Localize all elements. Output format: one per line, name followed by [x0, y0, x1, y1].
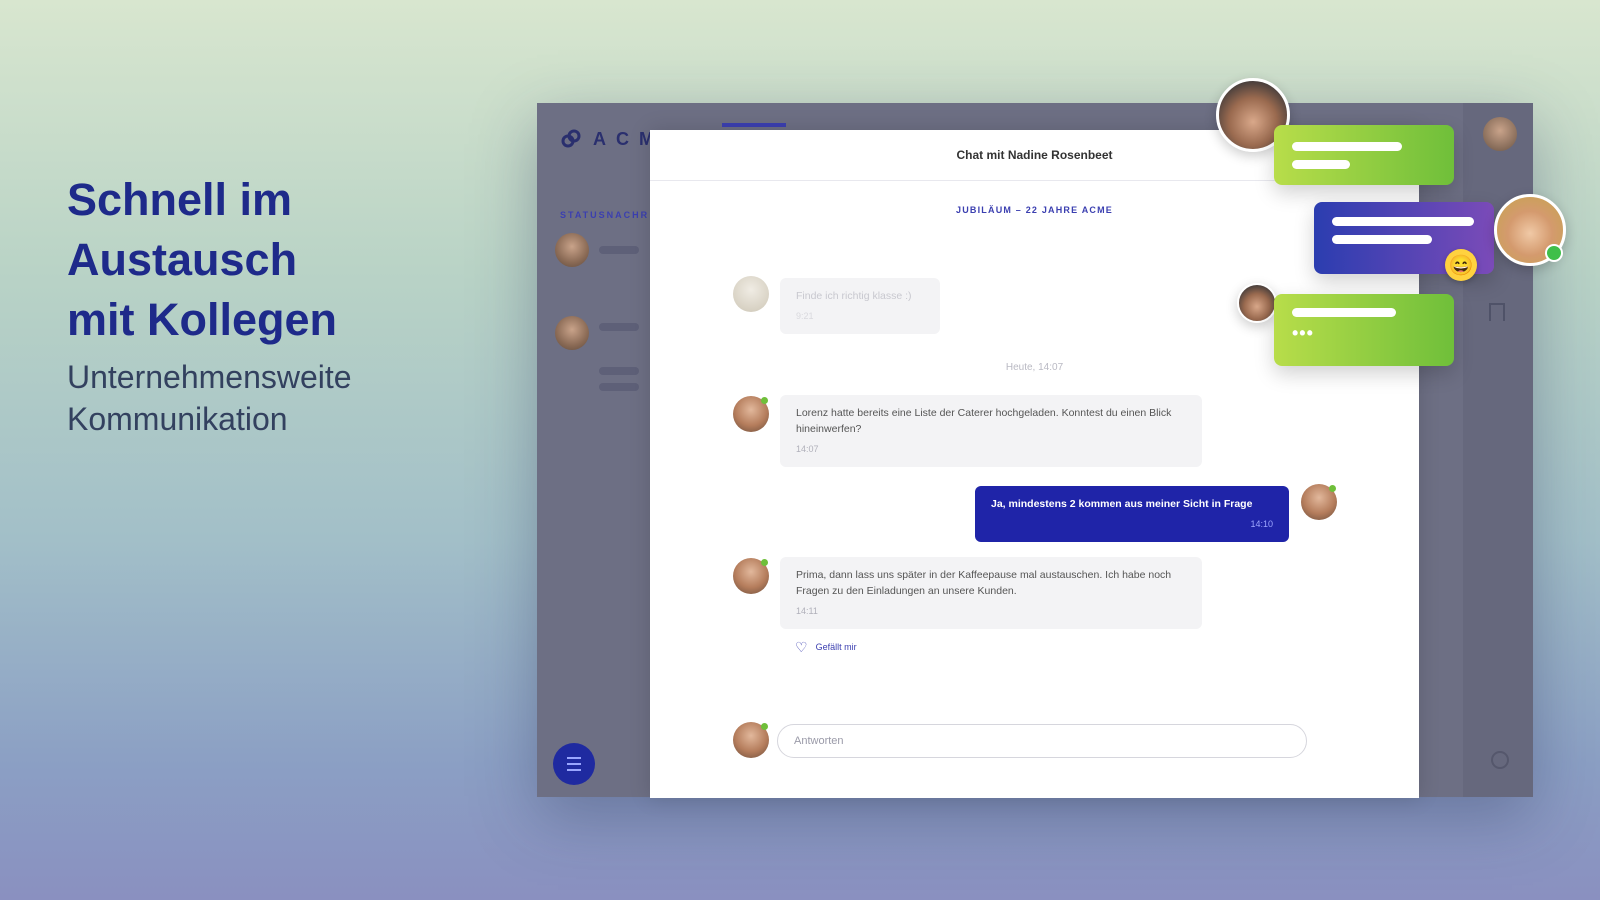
- feed-line: [599, 367, 639, 375]
- avatar: [733, 396, 769, 432]
- reply-field[interactable]: [777, 724, 1307, 758]
- message-text: Prima, dann lass uns später in der Kaffe…: [796, 569, 1172, 597]
- feed-line: [599, 383, 639, 391]
- chat-topic[interactable]: JUBILÄUM – 22 JAHRE ACME: [650, 205, 1419, 215]
- online-indicator: [761, 397, 768, 404]
- chat-message: Finde ich richtig klasse :) 9:21: [780, 278, 940, 334]
- heart-icon: ♡: [795, 639, 808, 655]
- settings-icon[interactable]: [1491, 751, 1509, 769]
- app-logo[interactable]: ACM: [559, 127, 664, 151]
- message-time: 14:10: [1250, 519, 1273, 529]
- message-text: Finde ich richtig klasse :): [796, 290, 912, 302]
- chat-message: Prima, dann lass uns später in der Kaffe…: [780, 557, 1202, 629]
- online-indicator: [1329, 485, 1336, 492]
- message-text: Ja, mindestens 2 kommen aus meiner Sicht…: [991, 498, 1253, 510]
- menu-icon: [567, 757, 581, 771]
- feed-line: [599, 323, 639, 331]
- message-time: 9:21: [796, 311, 814, 321]
- bubble-line: [1292, 142, 1402, 151]
- chat-message-own: Ja, mindestens 2 kommen aus meiner Sicht…: [975, 486, 1289, 542]
- decorative-bubble: [1274, 125, 1454, 185]
- chat-modal: Chat mit Nadine Rosenbeet JUBILÄUM – 22 …: [650, 130, 1419, 798]
- hero-subtitle: Unternehmensweite Kommunikation: [67, 359, 352, 437]
- chat-message: Lorenz hatte bereits eine Liste der Cate…: [780, 395, 1202, 467]
- online-indicator: [1545, 244, 1563, 262]
- active-tab-indicator: [722, 123, 786, 127]
- message-time: 14:11: [796, 606, 818, 616]
- avatar[interactable]: [555, 233, 589, 267]
- message-text: Lorenz hatte bereits eine Liste der Cate…: [796, 407, 1172, 435]
- laughing-emoji-icon: 😄: [1445, 249, 1477, 281]
- message-time: 14:07: [796, 444, 819, 454]
- like-button[interactable]: ♡ Gefällt mir: [795, 640, 857, 654]
- bubble-line: [1292, 160, 1350, 169]
- avatar: [733, 276, 769, 312]
- decorative-bubble: •••: [1274, 294, 1454, 366]
- link-logo-icon: [561, 129, 581, 148]
- online-indicator: [761, 559, 768, 566]
- bubble-line: [1292, 308, 1396, 317]
- bubble-line: [1332, 217, 1474, 226]
- own-avatar: [1301, 484, 1337, 520]
- avatar[interactable]: [555, 316, 589, 350]
- hero: Schnell im Austausch mit Kollegen Untern…: [67, 170, 352, 440]
- hero-title: Schnell im Austausch mit Kollegen: [67, 174, 338, 345]
- user-avatar[interactable]: [1483, 117, 1517, 151]
- section-label: STATUSNACHR: [560, 210, 650, 220]
- avatar: [733, 558, 769, 594]
- online-indicator: [761, 723, 768, 730]
- typing-indicator: •••: [1292, 323, 1314, 343]
- own-avatar: [733, 722, 769, 758]
- floating-avatar: [1237, 283, 1277, 323]
- reply-input[interactable]: [778, 725, 1306, 757]
- bookmark-icon[interactable]: [1489, 303, 1505, 321]
- like-label: Gefällt mir: [815, 642, 857, 652]
- menu-button[interactable]: [553, 743, 595, 785]
- bubble-line: [1332, 235, 1432, 244]
- status-input-placeholder[interactable]: [599, 246, 639, 254]
